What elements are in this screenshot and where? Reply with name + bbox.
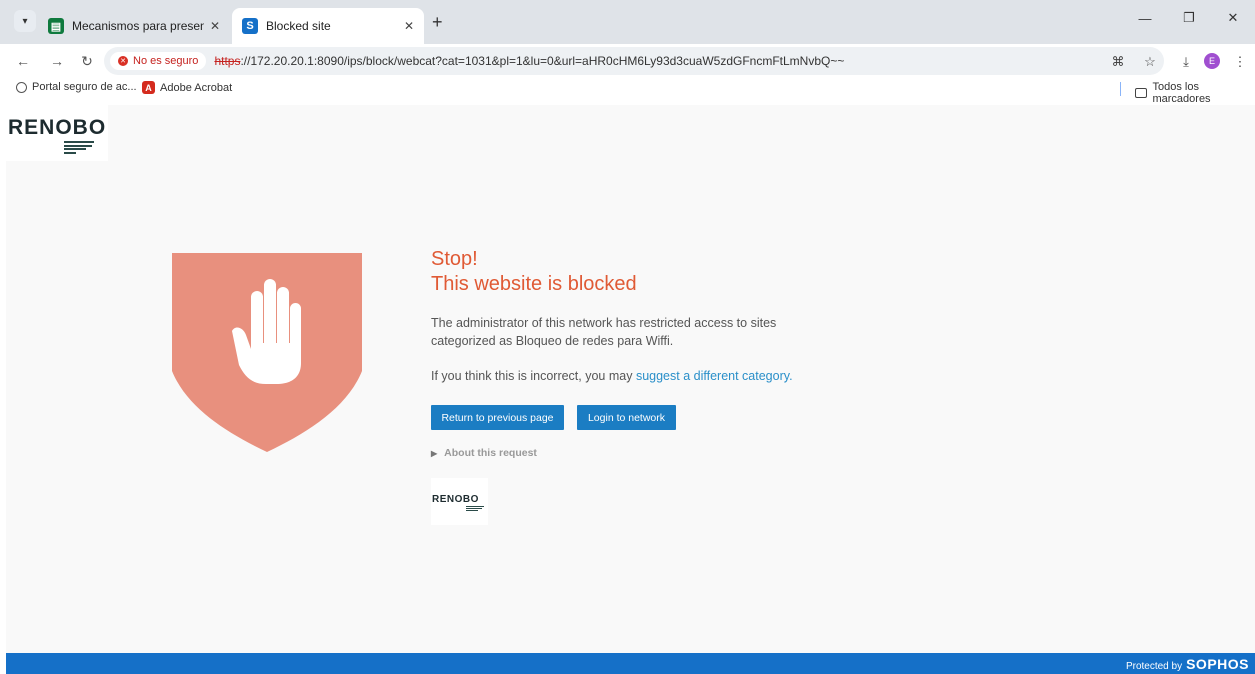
url-scheme: https — [214, 54, 241, 68]
security-chip[interactable]: ✕ No es seguro — [110, 52, 207, 70]
sophos-icon: S — [242, 18, 258, 34]
action-buttons: Return to previous page Login to network — [431, 405, 831, 430]
chevron-down-icon: ▾ — [22, 15, 28, 27]
tab-mecanismos[interactable]: ▤ Mecanismos para presentar Pet ✕ — [38, 8, 230, 44]
download-icon[interactable]: ⤓ — [1176, 52, 1196, 72]
renobo-logo-small: RENOBO — [431, 478, 488, 525]
forward-arrow-icon[interactable]: → — [46, 50, 68, 72]
suggest-category-link[interactable]: suggest a different category — [636, 369, 789, 383]
bookmark-label: Portal seguro de ac... — [32, 81, 137, 93]
close-window-button[interactable]: ✕ — [1211, 0, 1255, 36]
bookmarks-bar: Portal seguro de ac... A Adobe Acrobat T… — [0, 78, 1255, 105]
all-bookmarks[interactable]: Todos los marcadores — [1135, 81, 1255, 105]
browser-toolbar: ← → ↻ ✕ No es seguro https://172.20.20.1… — [0, 44, 1255, 78]
url-text: ://172.20.20.1:8090/ips/block/webcat?cat… — [240, 54, 845, 68]
window-controls: — ❐ ✕ — [1123, 0, 1255, 36]
incorrect-suffix: . — [789, 369, 793, 383]
bookmark-portal[interactable]: Portal seguro de ac... — [16, 81, 137, 93]
tab-title: Mecanismos para presentar Pet — [72, 19, 204, 33]
return-previous-button[interactable]: Return to previous page — [431, 405, 564, 430]
minimize-button[interactable]: — — [1123, 0, 1167, 36]
globe-icon — [16, 81, 27, 93]
star-icon[interactable]: ☆ — [1140, 52, 1160, 72]
profile-avatar[interactable]: E — [1204, 53, 1220, 69]
blocked-shield-icon — [172, 253, 362, 452]
reload-icon[interactable]: ↻ — [76, 50, 98, 72]
page-subtitle: This website is blocked — [431, 273, 637, 295]
restriction-message: The administrator of this network has re… — [431, 316, 777, 348]
footer-bar: Protected by SOPHOS — [6, 653, 1255, 674]
close-icon[interactable]: ✕ — [404, 19, 414, 33]
tab-strip: ▾ ▤ Mecanismos para presentar Pet ✕ S Bl… — [0, 0, 1255, 44]
logo-small-text: RENOBO — [432, 494, 479, 505]
sophos-logo: SOPHOS — [1186, 656, 1249, 672]
caret-right-icon: ▶ — [431, 448, 438, 458]
close-icon[interactable]: ✕ — [210, 19, 220, 33]
block-message: Stop! This website is blocked The admini… — [431, 247, 831, 525]
translate-icon[interactable]: ⌘ — [1108, 52, 1128, 72]
restore-button[interactable]: ❐ — [1167, 0, 1211, 36]
logo-text: RENOBO — [8, 116, 107, 139]
page-title: Stop! — [431, 248, 478, 270]
security-label: No es seguro — [133, 55, 199, 67]
new-tab-button[interactable]: + — [432, 12, 443, 33]
tab-search-button[interactable]: ▾ — [14, 10, 36, 32]
login-network-button[interactable]: Login to network — [577, 405, 676, 430]
protected-by-label: Protected by — [1125, 661, 1183, 672]
bookmark-acrobat[interactable]: A Adobe Acrobat — [142, 81, 232, 94]
about-request-toggle[interactable]: ▶ About this request — [431, 447, 831, 459]
logo-tagline-icon — [466, 506, 486, 512]
bookmarks-divider — [1120, 82, 1121, 96]
tab-blocked-site[interactable]: S Blocked site ✕ — [232, 8, 424, 44]
folder-icon — [1135, 88, 1148, 98]
incorrect-message: If you think this is incorrect, you may … — [431, 367, 831, 385]
tab-title: Blocked site — [266, 19, 331, 33]
acrobat-icon: A — [142, 81, 155, 94]
bookmark-label: Adobe Acrobat — [160, 81, 233, 94]
menu-dots-icon[interactable]: ⋮ — [1230, 52, 1250, 72]
address-bar[interactable]: ✕ No es seguro https://172.20.20.1:8090/… — [104, 47, 1164, 75]
about-label: About this request — [444, 447, 537, 459]
renobo-logo: RENOBO — [6, 105, 108, 161]
not-secure-icon: ✕ — [118, 56, 128, 66]
footer-branding: Protected by SOPHOS — [1126, 656, 1249, 672]
all-bookmarks-label: Todos los marcadores — [1152, 81, 1211, 105]
back-arrow-icon[interactable]: ← — [12, 50, 34, 72]
logo-tagline-icon — [64, 141, 96, 154]
incorrect-prefix: If you think this is incorrect, you may — [431, 369, 636, 383]
sheets-icon: ▤ — [48, 18, 64, 34]
